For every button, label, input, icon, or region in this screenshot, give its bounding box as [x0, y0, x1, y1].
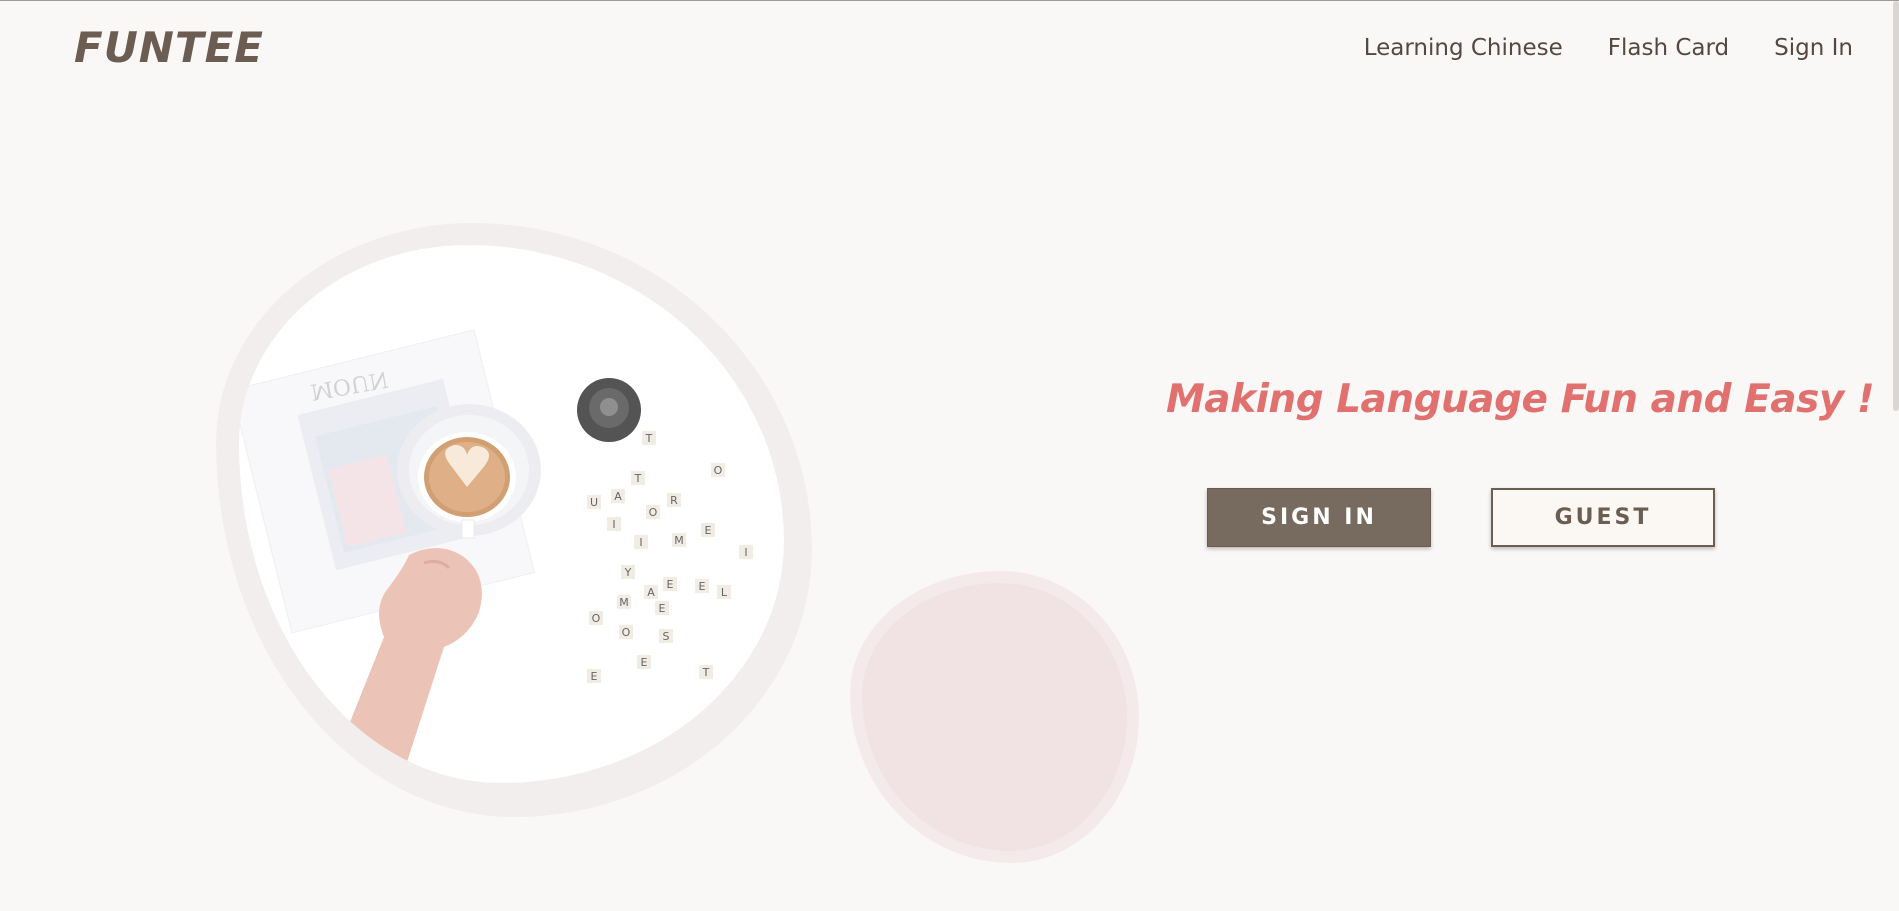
top-nav: Learning Chinese Flash Card Sign In: [1364, 35, 1853, 61]
logo[interactable]: FUNTEE: [74, 23, 264, 72]
nav-sign-in[interactable]: Sign In: [1774, 35, 1853, 61]
nav-flash-card[interactable]: Flash Card: [1608, 35, 1729, 61]
vertical-scrollbar[interactable]: [1893, 1, 1899, 411]
sign-in-button[interactable]: SIGN IN: [1207, 488, 1431, 547]
nav-learning-chinese[interactable]: Learning Chinese: [1364, 35, 1563, 61]
coffee-flatlay-photo: MOUN T O U A T I O R I M E I Y E A M O E…: [239, 245, 784, 783]
hero-tagline: Making Language Fun and Easy !: [1166, 377, 1875, 422]
hero-image: MOUN T O U A T I O R I M E I Y E A M O E…: [239, 245, 784, 783]
landing-page: FUNTEE Learning Chinese Flash Card Sign …: [0, 0, 1899, 911]
guest-button[interactable]: GUEST: [1491, 488, 1715, 547]
